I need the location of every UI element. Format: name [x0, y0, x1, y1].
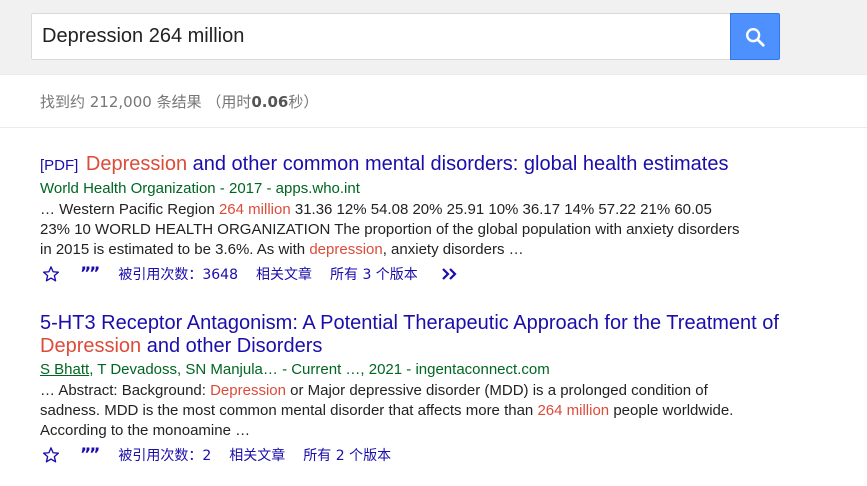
- result-snippet: … Western Pacific Region 264 million 31.…: [40, 200, 740, 260]
- result-source: S Bhatt, T Devadoss, SN Manjula… - Curre…: [40, 360, 830, 379]
- snippet-highlight: 264 million: [218, 201, 291, 218]
- title-highlight[interactable]: Depression: [40, 335, 141, 357]
- search-button[interactable]: [730, 13, 780, 60]
- result-stats-suffix: 秒）: [288, 93, 319, 111]
- snippet-highlight: Depression: [210, 382, 286, 399]
- result-stats-prefix: 找到约 212,000 条结果 （用时: [40, 93, 252, 111]
- snippet-highlight: 264 million: [537, 402, 610, 419]
- search-icon: [746, 27, 765, 47]
- all-versions-link[interactable]: 所有 2 个版本: [303, 445, 391, 465]
- double-chevron-right-icon[interactable]: [440, 266, 460, 282]
- source-text: , T Devadoss, SN Manjula… - Current …, 2…: [89, 361, 550, 378]
- result-stats-time: 0.06: [251, 93, 289, 111]
- snippet-text: … Abstract: Background:: [40, 382, 211, 399]
- related-articles-link[interactable]: 相关文章: [229, 445, 285, 465]
- result-title[interactable]: [PDF] Depression and other common mental…: [40, 153, 830, 177]
- result-actions: ”” 被引用次数：3648 相关文章 所有 3 个版本: [40, 263, 830, 285]
- title-text[interactable]: and other common mental disorders: globa…: [187, 153, 729, 175]
- snippet-highlight: depression: [309, 241, 383, 258]
- cited-by-link[interactable]: 被引用次数：3648: [118, 264, 238, 284]
- star-icon[interactable]: [42, 446, 60, 464]
- star-icon[interactable]: [42, 265, 60, 283]
- all-versions-link[interactable]: 所有 3 个版本: [330, 264, 418, 284]
- search-input[interactable]: [42, 14, 722, 59]
- quote-icon[interactable]: ””: [80, 445, 100, 465]
- title-text[interactable]: 5-HT3 Receptor Antagonism: A Potential T…: [40, 312, 779, 334]
- search-box: [31, 13, 731, 60]
- result-source: World Health Organization - 2017 - apps.…: [40, 180, 360, 197]
- snippet-text: … Western Pacific Region: [40, 201, 219, 218]
- title-text[interactable]: and other Disorders: [141, 335, 323, 357]
- related-articles-link[interactable]: 相关文章: [256, 264, 312, 284]
- snippet-text: , anxiety disorders …: [382, 241, 524, 258]
- cited-by-link[interactable]: 被引用次数：2: [118, 445, 211, 465]
- title-highlight[interactable]: Depression: [86, 153, 187, 175]
- result-snippet: … Abstract: Background: Depression or Ma…: [40, 381, 740, 441]
- quote-icon[interactable]: ””: [80, 264, 100, 284]
- search-header: [0, 0, 867, 75]
- pdf-tag[interactable]: [PDF]: [40, 157, 78, 174]
- search-result: [PDF] Depression and other common mental…: [40, 153, 830, 285]
- search-result: 5-HT3 Receptor Antagonism: A Potential T…: [40, 312, 830, 466]
- author-link[interactable]: S Bhatt: [40, 361, 89, 378]
- result-actions: ”” 被引用次数：2 相关文章 所有 2 个版本: [40, 444, 830, 466]
- result-stats: 找到约 212,000 条结果 （用时0.06秒）: [40, 91, 318, 112]
- result-title[interactable]: 5-HT3 Receptor Antagonism: A Potential T…: [40, 312, 830, 358]
- header-divider: [0, 127, 867, 128]
